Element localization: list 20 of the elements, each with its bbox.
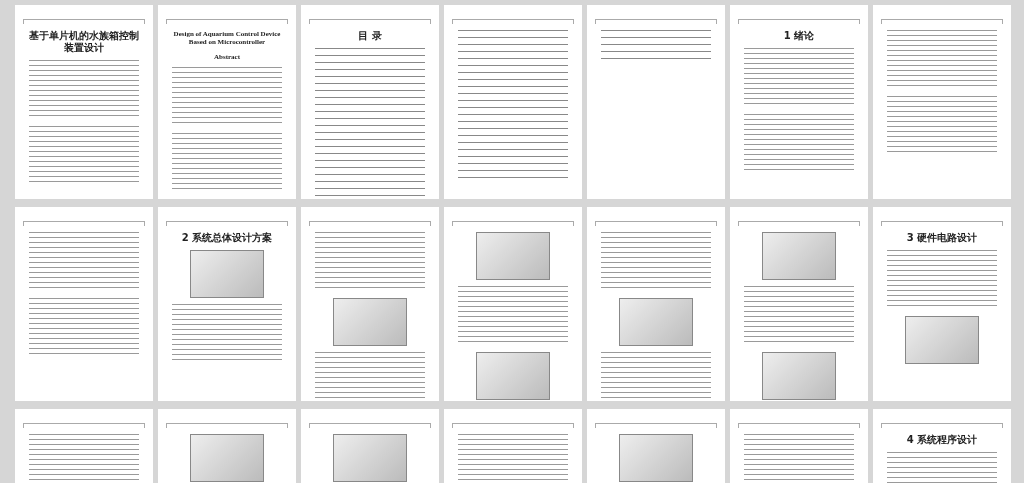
document-page[interactable]	[587, 5, 725, 199]
document-page[interactable]: 4 系统程序设计	[873, 409, 1011, 483]
page-heading: 3 硬件电路设计	[905, 232, 979, 244]
page-heading: 2 系统总体设计方案	[180, 232, 274, 244]
document-page[interactable]	[730, 207, 868, 401]
document-page[interactable]: 基于单片机的水族箱控制装置设计	[15, 5, 153, 199]
document-page[interactable]	[873, 5, 1011, 199]
document-page[interactable]	[15, 207, 153, 401]
document-page[interactable]	[301, 207, 439, 401]
document-page[interactable]	[444, 207, 582, 401]
document-page[interactable]: 3 硬件电路设计	[873, 207, 1011, 401]
document-page[interactable]	[444, 5, 582, 199]
page-heading: 目 录	[357, 30, 383, 42]
document-page[interactable]: 1 绪论	[730, 5, 868, 199]
page-heading: 1 绪论	[782, 30, 816, 42]
page-heading: 基于单片机的水族箱控制装置设计	[29, 30, 139, 54]
page-heading: 4 系统程序设计	[905, 434, 979, 446]
document-page[interactable]: 2 系统总体设计方案	[158, 207, 296, 401]
document-page[interactable]: 目 录	[301, 5, 439, 199]
document-page[interactable]	[587, 207, 725, 401]
